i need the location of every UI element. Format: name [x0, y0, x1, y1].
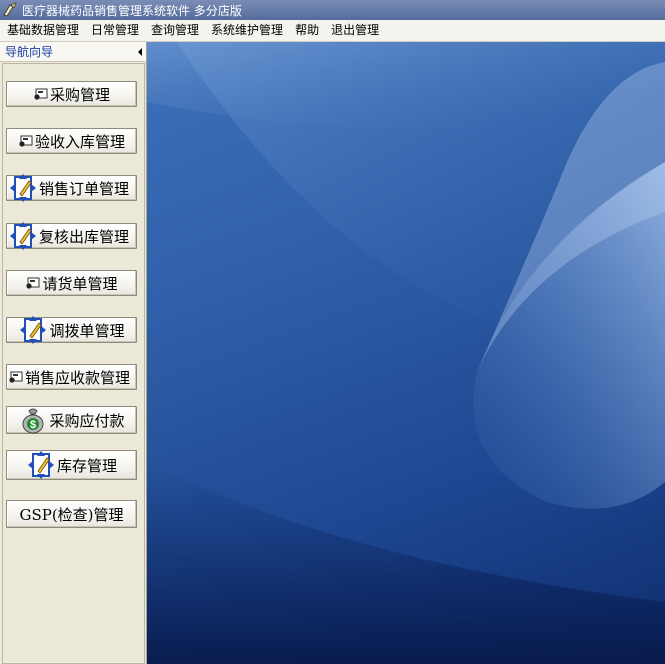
card-icon	[25, 276, 41, 290]
document-pencil-icon	[18, 315, 48, 345]
nav-button-sales-receivables[interactable]: 销售应收款管理	[6, 364, 137, 390]
card-icon	[33, 87, 49, 101]
window-title: 医疗器械药品销售管理系统软件 多分店版	[22, 3, 242, 18]
navigation-button-list: 采购管理 验收入库管理 销售订单管理 复核出库管理 请货单管理 调拨单管理 销售…	[2, 63, 145, 664]
nav-button-label: 复核出库管理	[39, 227, 130, 246]
nav-button-label: 库存管理	[56, 456, 117, 475]
card-icon	[8, 370, 24, 384]
navigation-panel-header: 导航向导	[0, 42, 146, 62]
menu-query[interactable]: 查询管理	[145, 20, 205, 41]
nav-button-label: 采购应付款	[49, 411, 125, 430]
svg-text:$: $	[30, 419, 36, 431]
nav-button-review-outbound[interactable]: 复核出库管理	[6, 221, 137, 251]
nav-button-label: 销售应收款管理	[25, 368, 131, 387]
nav-button-gsp-inspection[interactable]: GSP(检查)管理	[6, 500, 137, 528]
document-pencil-icon	[8, 173, 38, 203]
nav-button-purchase-payables[interactable]: $ 采购应付款	[6, 406, 137, 434]
menu-help[interactable]: 帮助	[289, 20, 325, 41]
card-icon	[18, 134, 34, 148]
navigation-panel-title: 导航向导	[5, 45, 54, 59]
title-bar: 医疗器械药品销售管理系统软件 多分店版	[0, 0, 665, 20]
nav-button-label: 验收入库管理	[34, 132, 125, 151]
nav-button-transfer[interactable]: 调拨单管理	[6, 315, 137, 345]
document-pencil-icon	[8, 221, 38, 251]
nav-button-label: 采购管理	[49, 85, 110, 104]
desktop-wallpaper	[147, 42, 665, 664]
nav-button-label: 调拨单管理	[49, 321, 125, 340]
document-pencil-icon	[26, 450, 56, 480]
nav-button-receiving[interactable]: 验收入库管理	[6, 128, 137, 154]
nav-button-label: GSP(检查)管理	[19, 505, 124, 524]
menu-basic-data[interactable]: 基础数据管理	[0, 20, 85, 41]
nav-button-label: 销售订单管理	[39, 179, 130, 198]
collapse-arrow-icon[interactable]	[138, 47, 142, 56]
menu-exit[interactable]: 退出管理	[325, 20, 385, 41]
nav-button-sales-order[interactable]: 销售订单管理	[6, 173, 137, 203]
navigation-panel: 导航向导 采购管理 验收入库管理 销售订单管理 复核出库管理 请货单管理 调拨单…	[0, 42, 147, 664]
nav-button-inventory[interactable]: 库存管理	[6, 450, 137, 480]
menu-daily[interactable]: 日常管理	[85, 20, 145, 41]
wallpaper-graphic	[147, 42, 665, 664]
menu-bar: 基础数据管理 日常管理 查询管理 系统维护管理 帮助 退出管理	[0, 20, 665, 42]
menu-system-maintenance[interactable]: 系统维护管理	[205, 20, 289, 41]
app-logo-icon	[3, 2, 17, 17]
nav-button-goods-request[interactable]: 请货单管理	[6, 270, 137, 296]
nav-button-label: 请货单管理	[42, 274, 118, 293]
money-bag-icon: $	[18, 405, 48, 435]
nav-button-purchase[interactable]: 采购管理	[6, 81, 137, 107]
